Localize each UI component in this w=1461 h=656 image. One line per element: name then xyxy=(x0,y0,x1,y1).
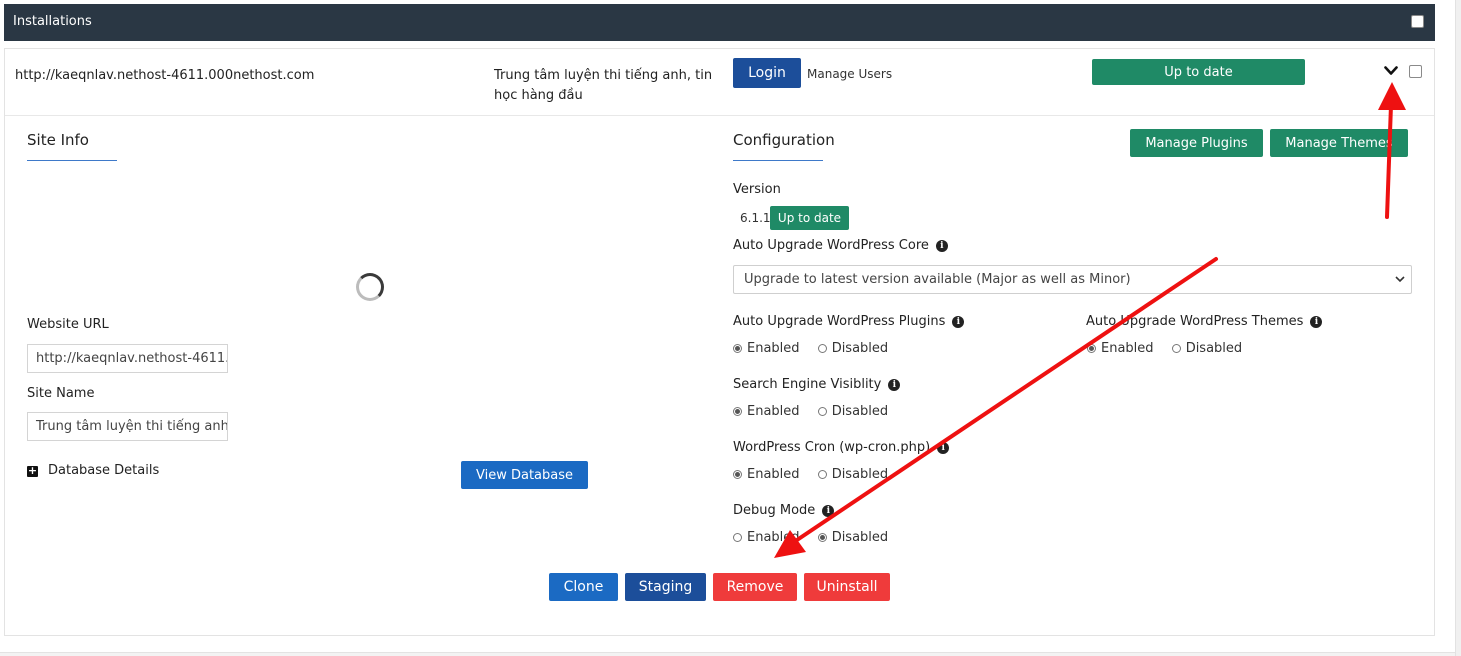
cron-disabled-radio[interactable]: Disabled xyxy=(817,467,888,482)
remove-button[interactable]: Remove xyxy=(713,573,797,601)
manage-themes-button[interactable]: Manage Themes xyxy=(1270,129,1408,157)
auto-upgrade-themes-radios: Enabled Disabled xyxy=(1087,341,1256,356)
info-icon[interactable]: i xyxy=(937,442,950,454)
configuration-underline xyxy=(733,160,823,161)
manage-plugins-button[interactable]: Manage Plugins xyxy=(1130,129,1263,157)
debug-disabled-radio[interactable]: Disabled xyxy=(817,530,888,545)
clone-button[interactable]: Clone xyxy=(549,573,618,601)
uninstall-button[interactable]: Uninstall xyxy=(804,573,890,601)
installations-title: Installations xyxy=(13,14,92,29)
auto-upgrade-core-selected: Upgrade to latest version available (Maj… xyxy=(744,272,1131,287)
configuration-title[interactable]: Configuration xyxy=(733,131,835,149)
search-engine-label: Search Engine Visiblity xyxy=(733,377,882,392)
site-name-label: Site Name xyxy=(27,386,95,401)
auto-upgrade-plugins-radios: Enabled Disabled xyxy=(733,341,902,356)
version-value: 6.1.1 xyxy=(740,211,771,225)
auto-upgrade-themes-label-row: Auto Upgrade WordPress Themes i xyxy=(1086,314,1323,329)
plugins-enabled-radio[interactable]: Enabled xyxy=(733,341,800,356)
cron-label: WordPress Cron (wp-cron.php) xyxy=(733,440,931,455)
debug-radios: Enabled Disabled xyxy=(733,530,902,545)
chevron-down-icon[interactable] xyxy=(1384,66,1398,76)
staging-button[interactable]: Staging xyxy=(625,573,706,601)
themes-disabled-radio[interactable]: Disabled xyxy=(1171,341,1242,356)
site-info-title[interactable]: Site Info xyxy=(27,131,89,149)
info-icon[interactable]: i xyxy=(822,505,835,517)
auto-upgrade-core-label: Auto Upgrade WordPress Core xyxy=(733,238,929,253)
cron-label-row: WordPress Cron (wp-cron.php) i xyxy=(733,440,950,455)
themes-enabled-radio[interactable]: Enabled xyxy=(1087,341,1154,356)
select-all-checkbox[interactable] xyxy=(1411,15,1424,28)
page-scrollbar[interactable] xyxy=(1455,0,1461,656)
auto-upgrade-core-select[interactable]: Upgrade to latest version available (Maj… xyxy=(733,265,1412,294)
info-icon[interactable]: i xyxy=(888,379,901,391)
select-chevron-down-icon xyxy=(1395,276,1405,283)
info-icon[interactable]: i xyxy=(935,240,948,252)
cron-enabled-radio[interactable]: Enabled xyxy=(733,467,800,482)
website-url-label: Website URL xyxy=(27,317,109,332)
version-label: Version xyxy=(733,182,781,197)
installations-header: Installations xyxy=(4,4,1435,41)
database-details-toggle[interactable]: + Database Details xyxy=(27,463,159,478)
view-database-button[interactable]: View Database xyxy=(461,461,588,489)
manage-users-link[interactable]: Manage Users xyxy=(807,67,892,81)
search-engine-disabled-radio[interactable]: Disabled xyxy=(817,404,888,419)
page-bottom-border xyxy=(0,652,1455,656)
search-engine-radios: Enabled Disabled xyxy=(733,404,902,419)
search-engine-enabled-radio[interactable]: Enabled xyxy=(733,404,800,419)
auto-upgrade-plugins-label-row: Auto Upgrade WordPress Plugins i xyxy=(733,314,965,329)
info-icon[interactable]: i xyxy=(952,316,965,328)
installation-site-title-line2: học hàng đầu xyxy=(494,88,583,103)
site-name-input[interactable]: Trung tâm luyện thi tiếng anh xyxy=(27,412,228,441)
auto-upgrade-themes-label: Auto Upgrade WordPress Themes xyxy=(1086,314,1304,329)
installation-site-title-line1: Trung tâm luyện thi tiếng anh, tin xyxy=(494,68,713,83)
installation-panel: http://kaeqnlav.nethost-4611.000nethost.… xyxy=(4,48,1435,636)
site-info-underline xyxy=(27,160,117,161)
database-details-label: Database Details xyxy=(48,463,160,478)
version-status-button[interactable]: Up to date xyxy=(770,206,849,230)
row-divider xyxy=(5,115,1434,116)
info-icon[interactable]: i xyxy=(1310,316,1323,328)
loading-spinner-icon xyxy=(356,273,384,301)
search-engine-label-row: Search Engine Visiblity i xyxy=(733,377,901,392)
login-button[interactable]: Login xyxy=(733,58,801,88)
auto-upgrade-core-label-row: Auto Upgrade WordPress Core i xyxy=(733,238,948,253)
debug-label-row: Debug Mode i xyxy=(733,503,835,518)
debug-label: Debug Mode xyxy=(733,503,816,518)
plus-icon: + xyxy=(27,464,38,477)
installation-select-checkbox[interactable] xyxy=(1409,65,1422,78)
auto-upgrade-plugins-label: Auto Upgrade WordPress Plugins xyxy=(733,314,946,329)
status-up-to-date-button[interactable]: Up to date xyxy=(1092,59,1305,85)
website-url-input[interactable]: http://kaeqnlav.nethost-4611. xyxy=(27,344,228,373)
debug-enabled-radio[interactable]: Enabled xyxy=(733,530,800,545)
installation-url[interactable]: http://kaeqnlav.nethost-4611.000nethost.… xyxy=(15,68,314,83)
cron-radios: Enabled Disabled xyxy=(733,467,902,482)
plugins-disabled-radio[interactable]: Disabled xyxy=(817,341,888,356)
